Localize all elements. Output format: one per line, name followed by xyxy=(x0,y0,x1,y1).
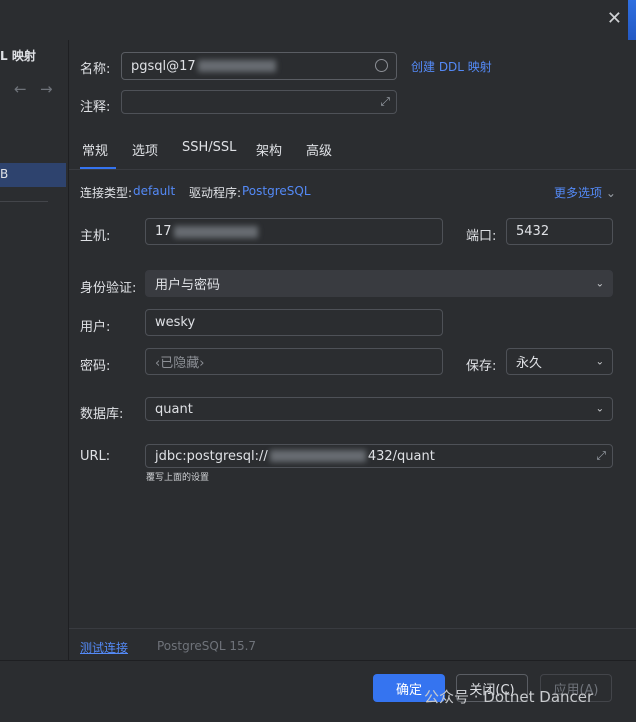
connection-type-link[interactable]: default xyxy=(133,184,175,198)
database-label: 数据库: xyxy=(80,407,124,422)
create-ddl-link[interactable]: 创建 DDL 映射 xyxy=(411,58,492,75)
save-select[interactable]: 永久 ⌄ xyxy=(506,348,613,375)
tab-ssh-ssl[interactable]: SSH/SSL xyxy=(182,140,236,155)
host-field[interactable]: 17 xyxy=(145,218,443,245)
driver-link[interactable]: PostgreSQL xyxy=(242,184,311,198)
expand-icon[interactable]: ⤢ xyxy=(380,95,390,110)
redacted-host xyxy=(173,225,258,238)
name-field[interactable]: pgsql@17 xyxy=(121,52,397,80)
chevron-down-icon: ⌄ xyxy=(595,278,604,289)
color-circle-icon[interactable] xyxy=(375,59,388,72)
connection-type-label: 连接类型: xyxy=(80,186,133,200)
tab-general[interactable]: 常规 xyxy=(82,140,108,159)
url-prefix: jdbc:postgresql:// xyxy=(155,448,268,464)
save-label: 保存: xyxy=(466,359,497,374)
driver-label: 驱动程序: xyxy=(189,186,242,200)
name-value: pgsql@17 xyxy=(131,58,196,74)
comment-label: 注释: xyxy=(80,100,111,115)
host-label: 主机: xyxy=(80,229,111,244)
auth-select[interactable]: 用户与密码 ⌄ xyxy=(145,270,613,297)
expand-icon[interactable]: ⤢ xyxy=(596,449,606,464)
auth-label: 身份验证: xyxy=(80,281,137,296)
url-suffix: 432/quant xyxy=(367,448,435,464)
sidebar-divider xyxy=(0,201,48,202)
more-options-link[interactable]: 更多选项 ⌄ xyxy=(554,184,616,201)
auth-value: 用户与密码 xyxy=(155,278,221,293)
redacted-url xyxy=(269,450,366,462)
close-icon[interactable]: ✕ xyxy=(607,8,622,29)
tab-options[interactable]: 选项 xyxy=(132,140,158,159)
password-field[interactable]: ‹已隐藏› xyxy=(145,348,443,375)
database-select[interactable]: quant ⌄ xyxy=(145,397,613,421)
chevron-down-icon: ⌄ xyxy=(595,403,604,415)
sidebar xyxy=(0,40,69,660)
sidebar-item-selected[interactable]: B xyxy=(0,163,66,187)
chevron-down-icon: ⌄ xyxy=(605,186,616,200)
port-label: 端口: xyxy=(466,229,497,244)
tab-advanced[interactable]: 高级 xyxy=(306,140,332,159)
forward-arrow-icon[interactable]: → xyxy=(40,80,53,98)
comment-field[interactable]: ⤢ xyxy=(121,90,397,114)
redacted-name xyxy=(197,60,276,72)
url-label: URL: xyxy=(80,449,111,464)
sidebar-title: L 映射 xyxy=(0,49,36,63)
save-value: 永久 xyxy=(516,356,543,371)
chevron-down-icon: ⌄ xyxy=(595,356,604,367)
title-bar xyxy=(0,0,636,40)
url-hint: 覆写上面的设置 xyxy=(146,473,210,483)
port-value: 5432 xyxy=(516,224,550,239)
url-field[interactable]: jdbc:postgresql:// 432/quant ⤢ xyxy=(145,444,613,468)
password-label: 密码: xyxy=(80,359,111,374)
tab-schema[interactable]: 架构 xyxy=(256,140,282,159)
footer-divider xyxy=(69,628,636,629)
password-placeholder: ‹已隐藏› xyxy=(155,356,205,371)
user-field[interactable]: wesky xyxy=(145,309,443,336)
driver-version: PostgreSQL 15.7 xyxy=(157,639,257,653)
port-field[interactable]: 5432 xyxy=(506,218,613,245)
host-value: 17 xyxy=(155,224,172,239)
user-label: 用户: xyxy=(80,320,111,335)
name-label: 名称: xyxy=(80,62,111,77)
sidebar-item-label: B xyxy=(0,167,9,181)
watermark: 公众号 · Dotnet Dancer xyxy=(424,688,594,706)
tabs-divider xyxy=(69,169,636,170)
more-options-label: 更多选项 xyxy=(554,186,603,200)
user-value: wesky xyxy=(155,315,196,330)
back-arrow-icon[interactable]: ← xyxy=(14,80,27,98)
test-connection-link[interactable]: 测试连接 xyxy=(80,639,128,656)
database-value: quant xyxy=(155,401,193,417)
